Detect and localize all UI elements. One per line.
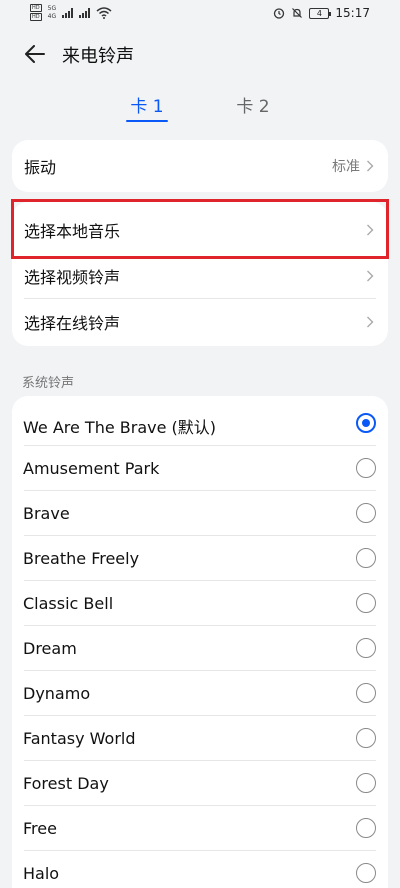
radio-button[interactable]	[356, 863, 376, 883]
chevron-right-icon	[367, 316, 374, 328]
wifi-icon	[96, 6, 112, 19]
status-left: HD HD 5G 4G	[30, 4, 112, 21]
network-type: 5G	[47, 5, 57, 12]
app-header: 来电铃声	[0, 34, 400, 74]
sim-tabs: 卡 1 卡 2	[0, 92, 400, 128]
chevron-right-icon	[367, 224, 374, 236]
section-title: 系统铃声	[22, 376, 75, 391]
list-item[interactable]: Forest Day	[12, 761, 388, 806]
vibrate-label: 振动	[24, 158, 57, 177]
list-item[interactable]: Breathe Freely	[12, 536, 388, 581]
chevron-right-icon	[367, 270, 374, 282]
ringtone-label: Brave	[23, 504, 70, 523]
ringtone-label: Free	[23, 819, 57, 838]
signal-icon	[62, 7, 74, 18]
page-title: 来电铃声	[62, 46, 134, 67]
hd-badge: HD	[30, 13, 42, 21]
radio-button[interactable]	[356, 728, 376, 748]
tab-sim-2[interactable]: 卡 2	[232, 92, 274, 117]
tab-active-indicator	[126, 120, 168, 122]
radio-button[interactable]	[356, 413, 376, 433]
vibrate-value: 标准	[332, 159, 360, 175]
radio-button[interactable]	[356, 503, 376, 523]
clock: 15:17	[335, 6, 370, 20]
radio-button[interactable]	[356, 548, 376, 568]
radio-button[interactable]	[356, 638, 376, 658]
radio-button[interactable]	[356, 458, 376, 478]
select-online-ringtone-row[interactable]: 选择在线铃声	[12, 299, 388, 345]
list-item[interactable]: Amusement Park	[12, 446, 388, 491]
radio-button[interactable]	[356, 683, 376, 703]
ringtone-label: Amusement Park	[23, 459, 160, 478]
ringtone-label: Dynamo	[23, 684, 91, 703]
sim-indicators: HD HD	[30, 4, 42, 21]
ringtone-label: Classic Bell	[23, 594, 114, 613]
network-type: 4G	[47, 13, 57, 20]
radio-button[interactable]	[356, 593, 376, 613]
ringtone-label: Halo	[23, 864, 60, 883]
select-local-music-row[interactable]: 选择本地音乐	[12, 207, 388, 253]
ringtone-label: We Are The Brave (默认)	[23, 418, 217, 437]
list-item[interactable]: Dream	[12, 626, 388, 671]
tab-sim-1[interactable]: 卡 1	[126, 92, 168, 122]
list-item[interactable]: Fantasy World	[12, 716, 388, 761]
back-button[interactable]	[20, 40, 50, 68]
arrow-left-icon	[25, 45, 45, 63]
list-item[interactable]: Free	[12, 806, 388, 851]
list-item[interactable]: Classic Bell	[12, 581, 388, 626]
row-label: 选择视频铃声	[24, 268, 121, 287]
tab-label: 卡 1	[130, 97, 164, 117]
mute-bell-icon	[292, 8, 303, 18]
chevron-right-icon	[367, 160, 374, 172]
signal-icon	[79, 7, 91, 18]
list-item[interactable]: Brave	[12, 491, 388, 536]
list-item[interactable]: Dynamo	[12, 671, 388, 716]
alarm-icon	[274, 8, 285, 19]
status-right: 4 15:17	[273, 6, 370, 20]
battery-icon: 4	[309, 7, 332, 19]
row-label: 选择本地音乐	[24, 222, 121, 241]
list-item[interactable]: We Are The Brave (默认)	[12, 401, 388, 446]
row-label: 选择在线铃声	[24, 314, 121, 333]
hd-badge: HD	[30, 4, 42, 12]
ringtone-label: Forest Day	[23, 774, 109, 793]
radio-button[interactable]	[356, 773, 376, 793]
network-indicators: 5G 4G	[48, 5, 56, 20]
ringtone-label: Breathe Freely	[23, 549, 140, 568]
status-bar: HD HD 5G 4G 4 15:17	[0, 0, 400, 28]
tab-label: 卡 2	[236, 97, 270, 117]
radio-button[interactable]	[356, 818, 376, 838]
ringtone-label: Fantasy World	[23, 729, 136, 748]
ringtone-source-card: 选择本地音乐 选择视频铃声 选择在线铃声	[12, 202, 388, 346]
vibrate-row[interactable]: 振动 标准	[12, 143, 388, 189]
ringtone-label: Dream	[23, 639, 77, 658]
ringtone-list: We Are The Brave (默认) Amusement Park Bra…	[12, 396, 388, 888]
vibrate-card: 振动 标准	[12, 140, 388, 192]
list-item[interactable]: Halo	[12, 851, 388, 888]
select-video-ringtone-row[interactable]: 选择视频铃声	[12, 253, 388, 299]
